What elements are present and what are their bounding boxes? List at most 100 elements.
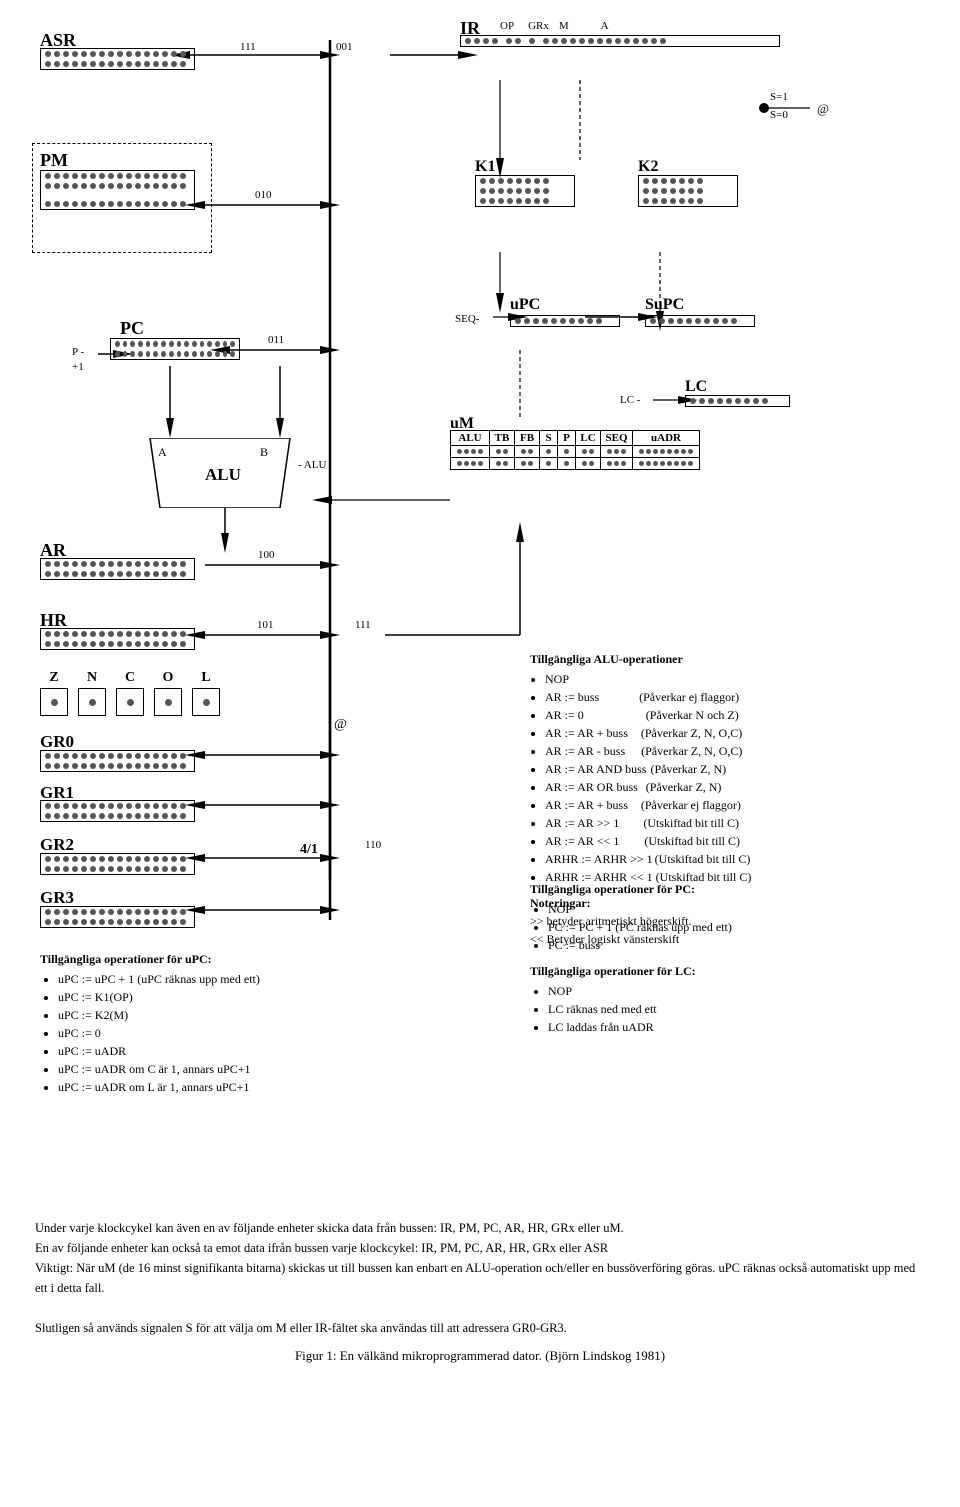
pc-op-2: PC := buss [548,936,910,954]
pm-dots-row2 [41,181,194,191]
alu-shape: ALU A B [140,438,300,512]
hr-dots-row2 [41,639,194,649]
svg-text:001: 001 [336,41,353,53]
um-col-lc: LC [576,431,601,446]
gr2-dots-row2 [41,864,194,874]
pc-op-0: NOP [548,900,910,918]
alu-op-8: AR := AR >> 1(Utskiftad bit till C) [545,814,940,832]
alu-op-2: AR := 0(Påverkar N och Z) [545,706,940,724]
asr-dots-row2 [41,59,194,69]
gr2-dots-row1 [41,854,194,864]
flag-n-box [78,688,106,716]
lc-op-1: LC räknas ned med ett [548,1000,910,1018]
gr3-register [40,906,195,928]
k2-dots-row2 [639,186,737,196]
flag-z-box [40,688,68,716]
gr3-dots-row1 [41,907,194,917]
alu-ops-title: Tillgängliga ALU-operationer [530,650,940,668]
pm-dots-row3 [41,199,194,209]
um-col-alu: ALU [451,431,490,446]
upc-dots-row1 [511,316,619,326]
bottom-p2: En av följande enheter kan också ta emot… [35,1238,925,1258]
svg-text:P -: P - [72,346,84,358]
k1-label: K1 [475,158,495,176]
diagram: 111 001 010 011 P - +1 [20,10,940,1210]
flag-z-label: Z [49,670,58,686]
k2-label: K2 [638,158,658,176]
bottom-p3: Viktigt: När uM (de 16 minst signifikant… [35,1258,925,1298]
asr-dots-row1 [41,49,194,59]
alu-op-9: AR := AR << 1(Utskiftad bit till C) [545,832,940,850]
figure-caption: Figur 1: En välkänd mikroprogrammerad da… [20,1348,940,1364]
pc-dots-row2 [111,349,239,359]
flags-row: Z N C O [40,670,220,716]
lc-dots-row1 [686,396,789,406]
um-table: ALU TB FB S P LC SEQ uADR [450,430,700,470]
upc-op-3: uPC := 0 [58,1024,380,1042]
um-col-tb: TB [490,431,515,446]
um-row1 [451,446,700,458]
upc-operations-section: Tillgängliga operationer för uPC: uPC :=… [40,950,380,1096]
gr1-dots-row1 [41,801,194,811]
alu-op-6: AR := AR OR buss(Påverkar Z, N) [545,778,940,796]
pc-dots-row1 [111,339,239,349]
pc-op-1: PC := PC + 1 (PC räknas upp med ett) [548,918,910,936]
upc-register [510,315,620,327]
ir-grx: GRx [528,20,549,32]
gr1-dots-row2 [41,811,194,821]
alu-op-1: AR := buss(Påverkar ej flaggor) [545,688,940,706]
um-table-container: ALU TB FB S P LC SEQ uADR [450,430,700,470]
flag-l-box [192,688,220,716]
upc-op-2: uPC := K2(M) [58,1006,380,1024]
svg-text:4/1: 4/1 [300,842,318,857]
um-col-p: P [558,431,576,446]
bottom-p4: Slutligen så används signalen S för att … [35,1318,925,1338]
pc-register [110,338,240,360]
ir-register [460,35,780,47]
alu-op-3: AR := AR + buss(Påverkar Z, N, O,C) [545,724,940,742]
supc-dots-row1 [646,316,754,326]
alu-ops-list: NOP AR := buss(Påverkar ej flaggor) AR :… [545,670,940,886]
upc-op-5: uPC := uADR om C är 1, annars uPC+1 [58,1060,380,1078]
svg-text:111: 111 [240,41,256,53]
svg-text:S=0: S=0 [770,109,788,121]
gr3-label: GR3 [40,888,74,908]
svg-text:100: 100 [258,549,275,561]
asr-register [40,48,195,70]
svg-text:011: 011 [268,334,284,346]
gr0-dots-row2 [41,761,194,771]
svg-text:- ALU: - ALU [298,459,326,471]
gr2-label: GR2 [40,835,74,855]
svg-text:111: 111 [355,619,371,631]
k1-register [475,175,575,207]
flag-c-label: C [125,670,135,686]
pm-register [40,170,195,210]
bottom-p1: Under varje klockcykel kan även en av fö… [35,1218,925,1238]
svg-text:101: 101 [257,619,274,631]
svg-text:010: 010 [255,189,272,201]
supc-label: SuPC [645,296,684,314]
svg-text:ALU: ALU [205,465,241,484]
lc-ops-title: Tillgängliga operationer för LC: [530,962,910,980]
lc-register [685,395,790,407]
svg-text:B: B [260,445,268,459]
gr0-register [40,750,195,772]
um-row2 [451,458,700,470]
um-header-row: ALU TB FB S P LC SEQ uADR [451,431,700,446]
k1-dots-row1 [476,176,574,186]
svg-text:A: A [158,445,167,459]
ir-a: A [601,20,609,32]
bottom-text: Under varje klockcykel kan även en av fö… [20,1218,940,1338]
flag-o-label: O [163,670,174,686]
svg-text:+1: +1 [72,361,84,373]
alu-op-0: NOP [545,670,940,688]
upc-op-6: uPC := uADR om L är 1, annars uPC+1 [58,1078,380,1096]
supc-register [645,315,755,327]
hr-dots-row1 [41,629,194,639]
svg-text:LC -: LC - [620,394,641,406]
ir-dots-row1 [461,36,779,46]
svg-text:@: @ [334,717,347,732]
gr3-dots-row2 [41,917,194,927]
pc-ops-list: NOP PC := PC + 1 (PC räknas upp med ett)… [548,900,910,954]
upc-ops-title: Tillgängliga operationer för uPC: [40,950,380,968]
